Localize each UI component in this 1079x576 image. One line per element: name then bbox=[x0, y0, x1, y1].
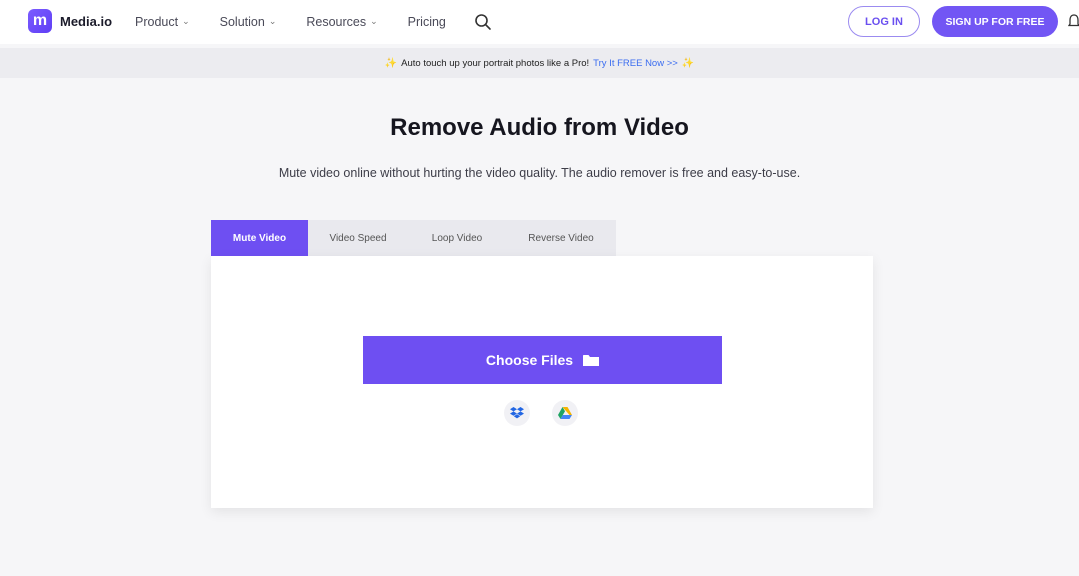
nav-item-pricing[interactable]: Pricing bbox=[408, 15, 446, 29]
nav-item-solution[interactable]: Solution ⌄ bbox=[220, 15, 277, 29]
tab-mute-video[interactable]: Mute Video bbox=[211, 220, 308, 256]
upload-card: Choose Files bbox=[211, 256, 873, 508]
bell-icon[interactable] bbox=[1067, 14, 1079, 29]
tab-loop-video[interactable]: Loop Video bbox=[408, 220, 506, 256]
chevron-down-icon: ⌄ bbox=[370, 15, 378, 26]
page-title: Remove Audio from Video bbox=[390, 114, 689, 141]
folder-icon bbox=[583, 354, 600, 367]
logo-text: Media.io bbox=[60, 13, 113, 29]
google-drive-icon[interactable] bbox=[552, 400, 578, 426]
logo-icon: m bbox=[28, 9, 52, 33]
nav-item-label: Solution bbox=[219, 15, 265, 29]
nav-item-resources[interactable]: Resources ⌄ bbox=[306, 15, 377, 29]
nav-item-product[interactable]: Product ⌄ bbox=[135, 15, 190, 29]
chevron-down-icon: ⌄ bbox=[182, 15, 190, 26]
page-subtitle: Mute video online without hurting the vi… bbox=[278, 166, 801, 180]
top-nav: m Media.io Product ⌄ Solution ⌄ Resource… bbox=[0, 0, 1079, 44]
tab-video-speed[interactable]: Video Speed bbox=[308, 220, 408, 256]
tool-tabs: Mute Video Video Speed Loop Video Revers… bbox=[211, 220, 616, 256]
promo-link[interactable]: Try It FREE Now >> bbox=[593, 58, 678, 69]
chevron-down-icon: ⌄ bbox=[268, 15, 277, 26]
dropbox-icon[interactable] bbox=[504, 400, 530, 426]
main-nav: Product ⌄ Solution ⌄ Resources ⌄ Pricing bbox=[135, 0, 492, 44]
promo-text: Auto touch up your portrait photos like … bbox=[401, 57, 590, 69]
logo[interactable]: m Media.io bbox=[28, 9, 112, 33]
choose-files-button[interactable]: Choose Files bbox=[363, 336, 722, 384]
nav-item-label: Resources bbox=[306, 15, 367, 29]
nav-item-label: Product bbox=[135, 15, 179, 29]
magic-wand-icon: ✨ bbox=[384, 57, 398, 69]
nav-item-label: Pricing bbox=[407, 15, 446, 29]
magic-wand-icon: ✨ bbox=[681, 57, 695, 69]
login-button[interactable]: LOG IN bbox=[848, 6, 920, 37]
signup-button[interactable]: SIGN UP FOR FREE bbox=[932, 6, 1058, 37]
choose-files-label: Choose Files bbox=[485, 352, 574, 368]
promo-banner: ✨ Auto touch up your portrait photos lik… bbox=[0, 48, 1079, 78]
search-icon[interactable] bbox=[474, 13, 492, 31]
tab-reverse-video[interactable]: Reverse Video bbox=[506, 220, 616, 256]
